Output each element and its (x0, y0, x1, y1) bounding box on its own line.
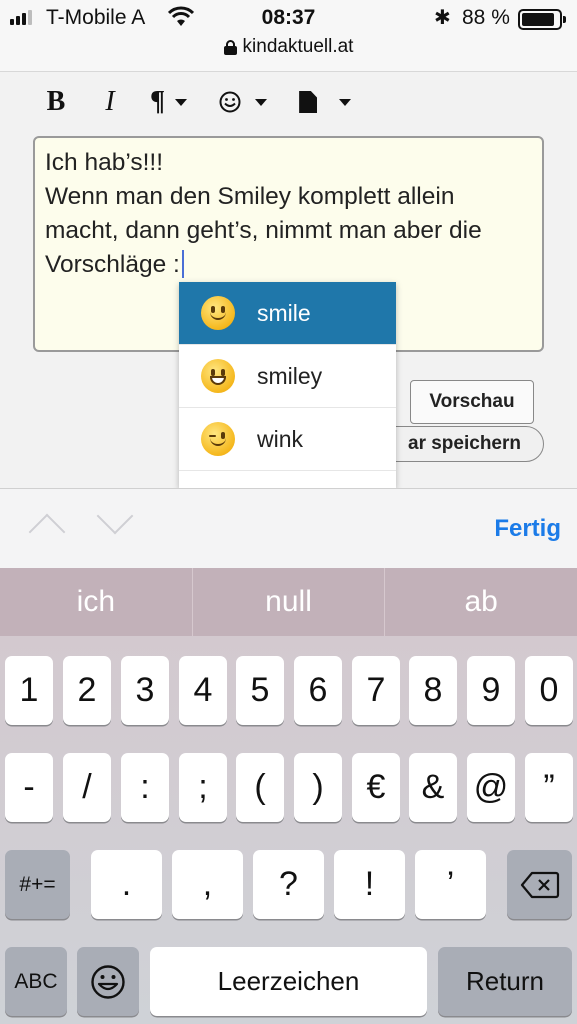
key[interactable]: : (121, 753, 169, 822)
text-cursor (181, 250, 184, 278)
paragraph-dropdown[interactable]: ¶ (150, 86, 188, 118)
backspace-key[interactable] (507, 850, 572, 919)
space-key[interactable]: Leerzeichen (150, 947, 427, 1016)
text-line: Ich hab’s!!! (45, 149, 164, 176)
keyboard-accessory-bar: Fertig (0, 488, 577, 568)
return-key[interactable]: Return (438, 947, 572, 1016)
autocomplete-label: smiley (257, 362, 323, 389)
emoji-key[interactable] (77, 947, 139, 1016)
key[interactable]: , (172, 850, 243, 919)
emoji-dropdown[interactable] (219, 91, 268, 113)
key[interactable]: ’ (415, 850, 486, 919)
key[interactable]: ( (236, 753, 284, 822)
key[interactable]: @ (467, 753, 515, 822)
url-text[interactable]: kindaktuell.at (243, 36, 354, 58)
key[interactable]: 9 (467, 656, 515, 725)
key[interactable]: - (5, 753, 53, 822)
key[interactable]: 2 (63, 656, 111, 725)
symbols-key[interactable]: #+= (5, 850, 70, 919)
text-line: Vorschläge : (45, 248, 532, 282)
editor-toolbar: B I ¶ (36, 82, 352, 122)
suggestion-item[interactable]: null (193, 568, 386, 636)
italic-button[interactable]: I (90, 86, 130, 118)
chevron-down-icon (255, 98, 268, 106)
bold-button[interactable]: B (36, 86, 76, 118)
key[interactable]: 4 (179, 656, 227, 725)
key[interactable]: / (63, 753, 111, 822)
previous-field-chevron-up-icon[interactable] (28, 513, 66, 551)
paragraph-icon: ¶ (150, 86, 166, 117)
key[interactable]: 0 (525, 656, 573, 725)
key[interactable]: ! (334, 850, 405, 919)
key[interactable]: 1 (5, 656, 53, 725)
key[interactable]: 7 (352, 656, 400, 725)
key[interactable]: . (91, 850, 162, 919)
bluetooth-icon: ✱ (434, 7, 451, 29)
autocomplete-item-partial[interactable] (179, 471, 396, 488)
key[interactable]: ; (179, 753, 227, 822)
backspace-icon (520, 871, 559, 898)
predictive-suggestions: ich null ab (0, 568, 577, 636)
autocomplete-item-smiley[interactable]: smiley (179, 345, 396, 408)
address-bar[interactable]: kindaktuell.at (0, 32, 577, 72)
key[interactable]: ” (525, 753, 573, 822)
key[interactable]: 3 (121, 656, 169, 725)
key[interactable]: 6 (294, 656, 342, 725)
suggestion-item[interactable]: ab (385, 568, 577, 636)
key[interactable]: € (352, 753, 400, 822)
abc-key[interactable]: ABC (5, 947, 67, 1016)
key[interactable]: 8 (409, 656, 457, 725)
done-button[interactable]: Fertig (494, 515, 561, 543)
smiley-icon (219, 91, 241, 113)
chevron-down-icon (175, 98, 188, 106)
battery-percentage: 88 % (462, 6, 510, 29)
key[interactable]: & (409, 753, 457, 822)
comment-editor: B I ¶ Ich hab’s!!! Wenn man den Smiley k… (0, 72, 577, 488)
document-icon (299, 91, 318, 113)
text-line: Wenn man den Smiley komplett allein (45, 183, 455, 210)
battery-icon (518, 9, 566, 30)
lock-icon (223, 39, 237, 55)
next-field-chevron-down-icon[interactable] (96, 497, 134, 535)
wink-emoji-icon (201, 422, 235, 456)
autocomplete-label: smile (257, 299, 311, 326)
key[interactable]: 5 (236, 656, 284, 725)
key-area: 1 2 3 4 5 6 7 8 9 0 - / : ; ( ) € & @ ” … (0, 636, 577, 1024)
emoji-autocomplete: smile smiley wink (179, 282, 396, 488)
text-line: macht, dann geht’s, nimmt man aber die (45, 217, 482, 244)
smile-emoji-icon (201, 296, 235, 330)
key[interactable]: ) (294, 753, 342, 822)
smiley-emoji-icon (201, 359, 235, 393)
chevron-down-icon (339, 98, 352, 106)
preview-button[interactable]: Vorschau (410, 380, 534, 424)
smiley-icon (91, 964, 125, 999)
keyboard: ich null ab 1 2 3 4 5 6 7 8 9 0 - / : ; … (0, 568, 577, 1024)
autocomplete-item-wink[interactable]: wink (179, 408, 396, 471)
key[interactable]: ? (253, 850, 324, 919)
insert-dropdown[interactable] (299, 91, 352, 113)
suggestion-item[interactable]: ich (0, 568, 193, 636)
autocomplete-label: wink (257, 425, 304, 452)
autocomplete-item-smile[interactable]: smile (179, 282, 396, 345)
